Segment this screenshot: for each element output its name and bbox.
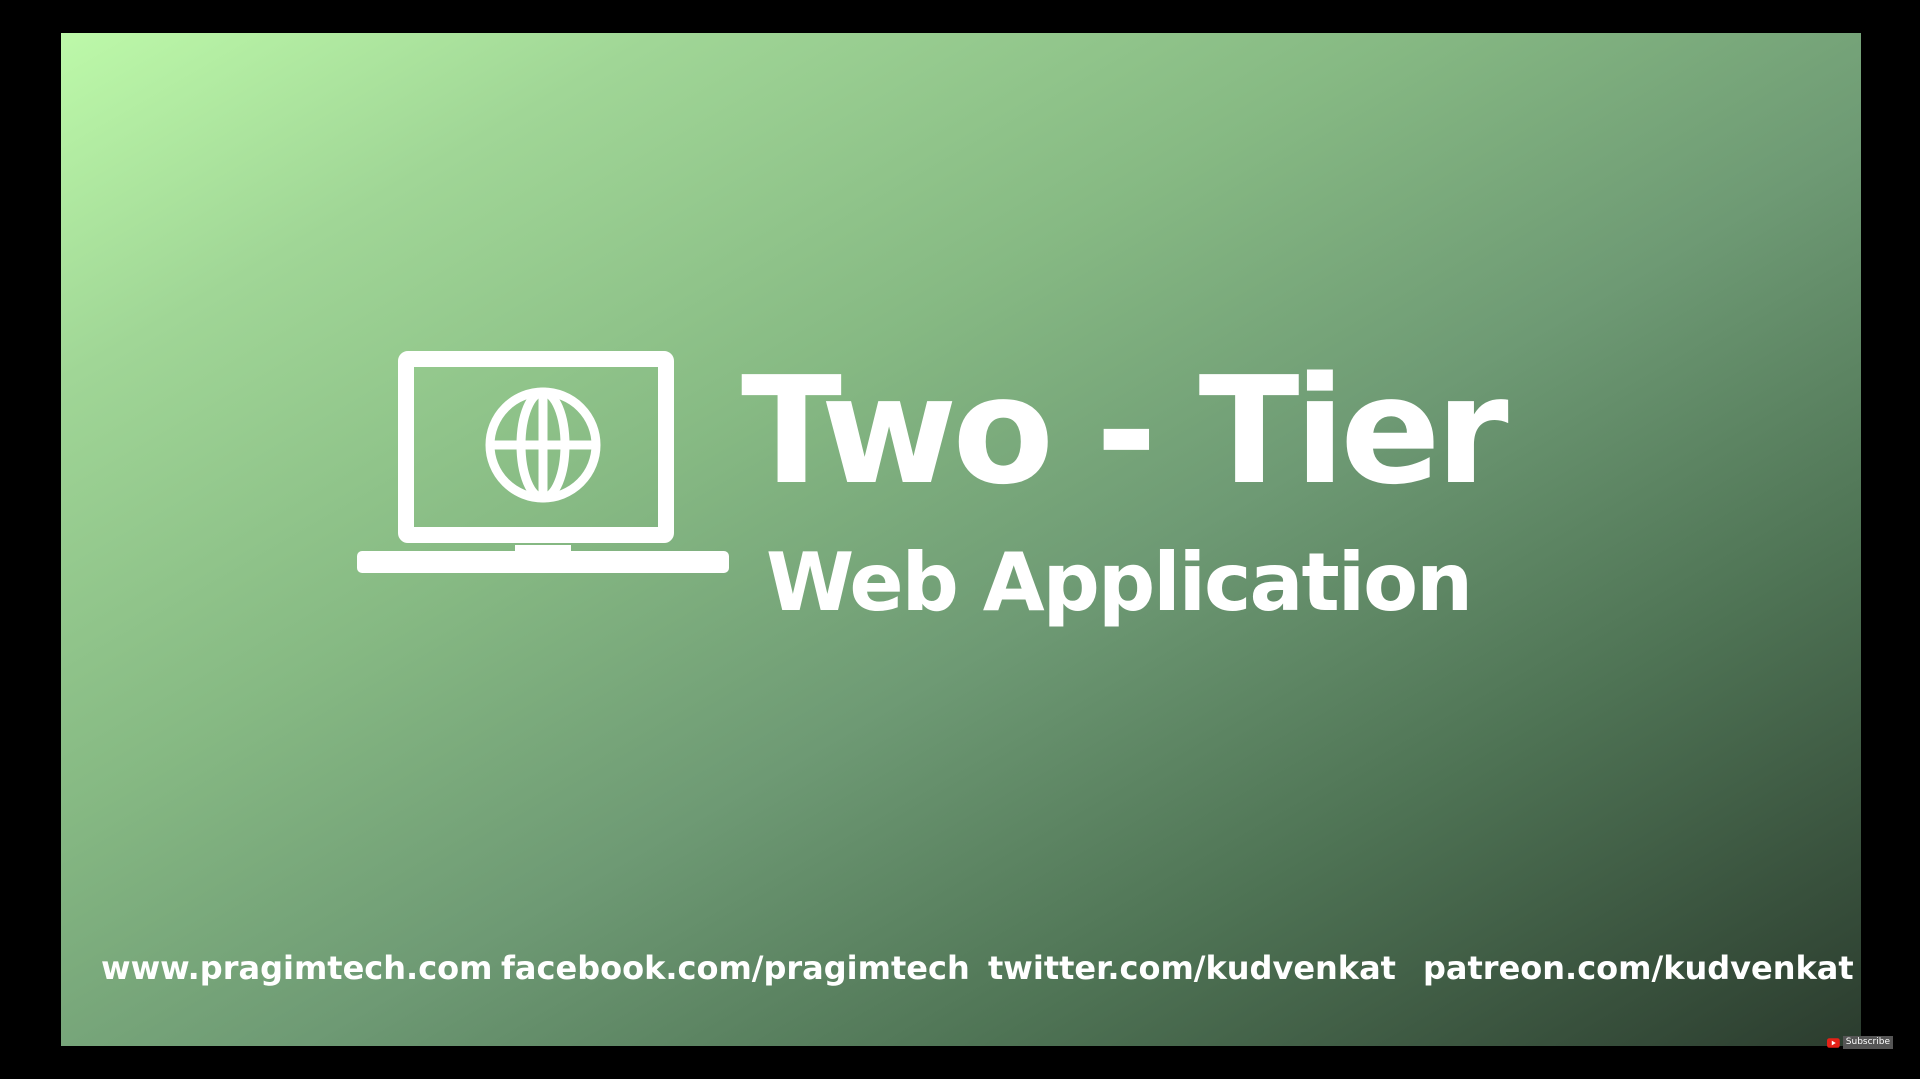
subscribe-button[interactable]: Subscribe <box>1827 1034 1893 1051</box>
footer-link-website: www.pragimtech.com <box>101 949 493 987</box>
video-slide: Two - Tier Web Application www.pragimtec… <box>61 33 1861 1046</box>
slide-title: Two - Tier <box>741 345 1509 517</box>
footer-link-twitter: twitter.com/kudvenkat <box>988 949 1396 987</box>
laptop-globe-icon <box>357 351 729 573</box>
subscribe-label: Subscribe <box>1842 1036 1893 1049</box>
footer-link-patreon: patreon.com/kudvenkat <box>1423 949 1854 987</box>
youtube-icon <box>1827 1037 1840 1048</box>
footer-link-facebook: facebook.com/pragimtech <box>501 949 970 987</box>
slide-subtitle: Web Application <box>766 536 1473 629</box>
